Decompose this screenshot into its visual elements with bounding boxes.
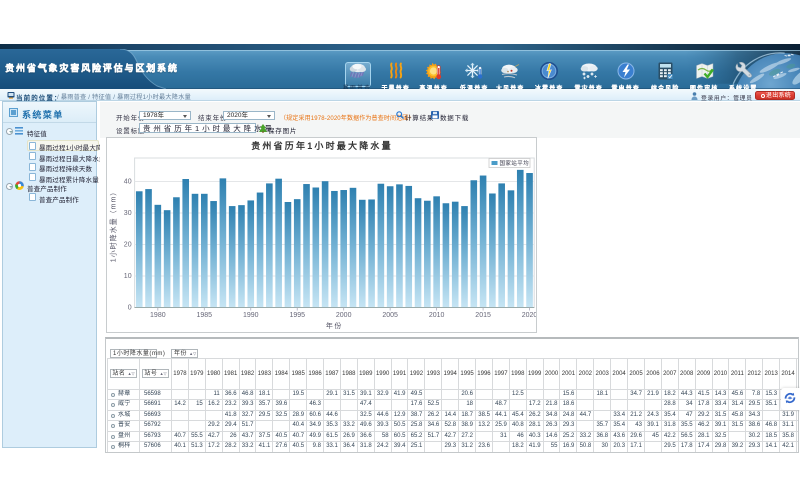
svg-text:贵州省历年1小时最大降水量: 贵州省历年1小时最大降水量 — [251, 140, 393, 151]
svg-text:30: 30 — [124, 210, 132, 217]
svg-text:2020: 2020 — [522, 312, 536, 319]
svg-text:2010: 2010 — [429, 312, 445, 319]
svg-text:1995: 1995 — [289, 312, 305, 319]
svg-text:国家站平均: 国家站平均 — [500, 159, 530, 167]
svg-text:2000: 2000 — [336, 312, 352, 319]
svg-text:1990: 1990 — [243, 312, 259, 319]
svg-text:40: 40 — [124, 179, 132, 186]
svg-text:10: 10 — [124, 273, 132, 280]
svg-text:2015: 2015 — [475, 312, 491, 319]
svg-text:1985: 1985 — [197, 312, 213, 319]
svg-text:1980: 1980 — [150, 312, 166, 319]
svg-text:年份: 年份 — [326, 321, 343, 330]
svg-text:1小时降水量（mm）: 1小时降水量（mm） — [109, 188, 118, 263]
svg-text:20: 20 — [124, 242, 132, 249]
svg-text:0: 0 — [128, 305, 132, 312]
svg-text:2005: 2005 — [382, 312, 398, 319]
